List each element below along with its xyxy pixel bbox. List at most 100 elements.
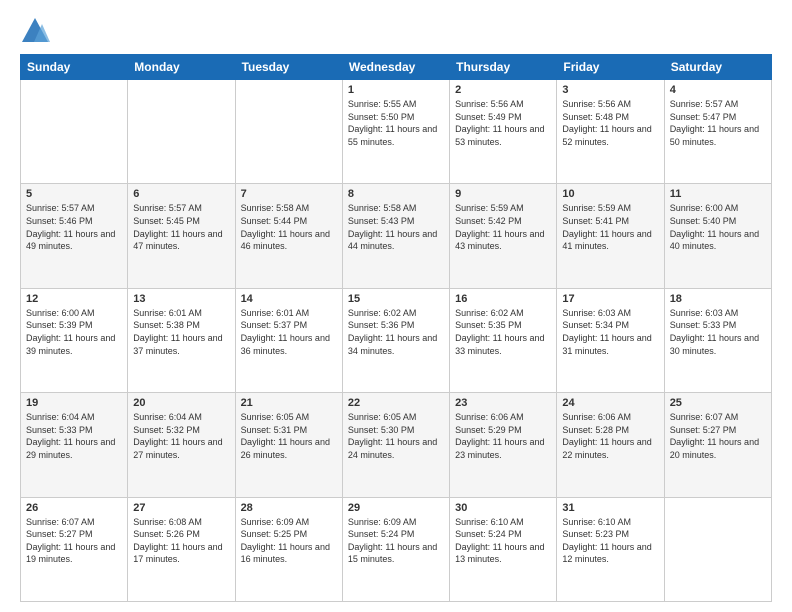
day-cell [21,80,128,184]
day-info: Sunrise: 6:06 AMSunset: 5:29 PMDaylight:… [455,411,551,461]
day-info: Sunrise: 6:03 AMSunset: 5:34 PMDaylight:… [562,307,658,357]
day-cell: 1 Sunrise: 5:55 AMSunset: 5:50 PMDaylight… [342,80,449,184]
day-info: Sunrise: 5:59 AMSunset: 5:41 PMDaylight:… [562,202,658,252]
day-info: Sunrise: 6:04 AMSunset: 5:33 PMDaylight:… [26,411,122,461]
day-number: 15 [348,293,444,305]
weekday-header-tuesday: Tuesday [235,55,342,80]
weekday-header-thursday: Thursday [450,55,557,80]
day-info: Sunrise: 6:01 AMSunset: 5:37 PMDaylight:… [241,307,337,357]
day-cell: 5 Sunrise: 5:57 AMSunset: 5:46 PMDaylight… [21,184,128,288]
day-cell: 12 Sunrise: 6:00 AMSunset: 5:39 PMDayligh… [21,288,128,392]
day-cell: 6Sunrise: 5:57 AMSunset: 5:45 PMDaylight… [128,184,235,288]
day-info: Sunrise: 6:09 AMSunset: 5:24 PMDaylight:… [348,516,444,566]
calendar-table: SundayMondayTuesdayWednesdayThursdayFrid… [20,54,772,602]
day-cell: 28 Sunrise: 6:09 AMSunset: 5:25 PMDayligh… [235,497,342,601]
day-info: Sunrise: 6:09 AMSunset: 5:25 PMDaylight:… [241,516,337,566]
day-info: Sunrise: 6:10 AMSunset: 5:23 PMDaylight:… [562,516,658,566]
calendar-page: SundayMondayTuesdayWednesdayThursdayFrid… [0,0,792,612]
day-cell: 19Sunrise: 6:04 AMSunset: 5:33 PMDayligh… [21,393,128,497]
weekday-header-wednesday: Wednesday [342,55,449,80]
page-header [20,16,772,46]
day-cell: 27 Sunrise: 6:08 AMSunset: 5:26 PMDayligh… [128,497,235,601]
weekday-header-sunday: Sunday [21,55,128,80]
day-cell [664,497,771,601]
day-cell: 16 Sunrise: 6:02 AMSunset: 5:35 PMDayligh… [450,288,557,392]
day-cell: 23 Sunrise: 6:06 AMSunset: 5:29 PMDayligh… [450,393,557,497]
day-info: Sunrise: 5:57 AMSunset: 5:46 PMDaylight:… [26,202,122,252]
day-number: 12 [26,293,122,305]
day-info: Sunrise: 5:56 AMSunset: 5:49 PMDaylight:… [455,98,551,148]
day-number: 14 [241,293,337,305]
day-number: 28 [241,502,337,514]
week-row-1: 1 Sunrise: 5:55 AMSunset: 5:50 PMDaylight… [21,80,772,184]
week-row-2: 5 Sunrise: 5:57 AMSunset: 5:46 PMDaylight… [21,184,772,288]
day-info: Sunrise: 6:02 AMSunset: 5:35 PMDaylight:… [455,307,551,357]
day-number: 4 [670,84,766,96]
day-info: Sunrise: 6:07 AMSunset: 5:27 PMDaylight:… [670,411,766,461]
day-cell: 21Sunrise: 6:05 AMSunset: 5:31 PMDayligh… [235,393,342,497]
day-cell: 15 Sunrise: 6:02 AMSunset: 5:36 PMDayligh… [342,288,449,392]
day-info: Sunrise: 6:10 AMSunset: 5:24 PMDaylight:… [455,516,551,566]
day-cell: 11 Sunrise: 6:00 AMSunset: 5:40 PMDayligh… [664,184,771,288]
day-cell: 17 Sunrise: 6:03 AMSunset: 5:34 PMDayligh… [557,288,664,392]
day-cell: 14 Sunrise: 6:01 AMSunset: 5:37 PMDayligh… [235,288,342,392]
weekday-header-saturday: Saturday [664,55,771,80]
day-number: 17 [562,293,658,305]
day-cell: 26Sunrise: 6:07 AMSunset: 5:27 PMDayligh… [21,497,128,601]
day-number: 5 [26,188,122,200]
day-cell [128,80,235,184]
day-number: 24 [562,397,658,409]
day-info: Sunrise: 6:04 AMSunset: 5:32 PMDaylight:… [133,411,229,461]
day-number: 20 [133,397,229,409]
day-info: Sunrise: 5:57 AMSunset: 5:47 PMDaylight:… [670,98,766,148]
day-info: Sunrise: 5:58 AMSunset: 5:44 PMDaylight:… [241,202,337,252]
day-cell: 22Sunrise: 6:05 AMSunset: 5:30 PMDayligh… [342,393,449,497]
day-cell: 18Sunrise: 6:03 AMSunset: 5:33 PMDayligh… [664,288,771,392]
day-info: Sunrise: 6:08 AMSunset: 5:26 PMDaylight:… [133,516,229,566]
day-info: Sunrise: 6:02 AMSunset: 5:36 PMDaylight:… [348,307,444,357]
day-cell: 3 Sunrise: 5:56 AMSunset: 5:48 PMDaylight… [557,80,664,184]
day-cell: 13Sunrise: 6:01 AMSunset: 5:38 PMDayligh… [128,288,235,392]
day-info: Sunrise: 6:00 AMSunset: 5:39 PMDaylight:… [26,307,122,357]
day-number: 18 [670,293,766,305]
logo [20,16,54,46]
day-number: 10 [562,188,658,200]
weekday-header-row: SundayMondayTuesdayWednesdayThursdayFrid… [21,55,772,80]
day-number: 9 [455,188,551,200]
weekday-header-monday: Monday [128,55,235,80]
day-info: Sunrise: 5:56 AMSunset: 5:48 PMDaylight:… [562,98,658,148]
day-number: 30 [455,502,551,514]
day-info: Sunrise: 6:01 AMSunset: 5:38 PMDaylight:… [133,307,229,357]
day-info: Sunrise: 5:59 AMSunset: 5:42 PMDaylight:… [455,202,551,252]
day-number: 16 [455,293,551,305]
logo-icon [20,16,50,46]
week-row-5: 26Sunrise: 6:07 AMSunset: 5:27 PMDayligh… [21,497,772,601]
week-row-4: 19Sunrise: 6:04 AMSunset: 5:33 PMDayligh… [21,393,772,497]
day-number: 7 [241,188,337,200]
day-number: 1 [348,84,444,96]
day-cell: 8 Sunrise: 5:58 AMSunset: 5:43 PMDaylight… [342,184,449,288]
day-number: 26 [26,502,122,514]
day-number: 8 [348,188,444,200]
day-cell: 4 Sunrise: 5:57 AMSunset: 5:47 PMDaylight… [664,80,771,184]
day-cell [235,80,342,184]
day-cell: 30 Sunrise: 6:10 AMSunset: 5:24 PMDayligh… [450,497,557,601]
day-cell: 29 Sunrise: 6:09 AMSunset: 5:24 PMDayligh… [342,497,449,601]
day-number: 29 [348,502,444,514]
day-info: Sunrise: 5:55 AMSunset: 5:50 PMDaylight:… [348,98,444,148]
day-number: 2 [455,84,551,96]
day-number: 23 [455,397,551,409]
day-cell: 7 Sunrise: 5:58 AMSunset: 5:44 PMDaylight… [235,184,342,288]
day-cell: 9 Sunrise: 5:59 AMSunset: 5:42 PMDaylight… [450,184,557,288]
day-info: Sunrise: 5:58 AMSunset: 5:43 PMDaylight:… [348,202,444,252]
day-number: 25 [670,397,766,409]
day-number: 11 [670,188,766,200]
day-number: 3 [562,84,658,96]
day-cell: 31Sunrise: 6:10 AMSunset: 5:23 PMDayligh… [557,497,664,601]
weekday-header-friday: Friday [557,55,664,80]
day-info: Sunrise: 6:00 AMSunset: 5:40 PMDaylight:… [670,202,766,252]
day-info: Sunrise: 6:05 AMSunset: 5:30 PMDaylight:… [348,411,444,461]
day-cell: 2 Sunrise: 5:56 AMSunset: 5:49 PMDaylight… [450,80,557,184]
day-number: 6 [133,188,229,200]
day-number: 27 [133,502,229,514]
